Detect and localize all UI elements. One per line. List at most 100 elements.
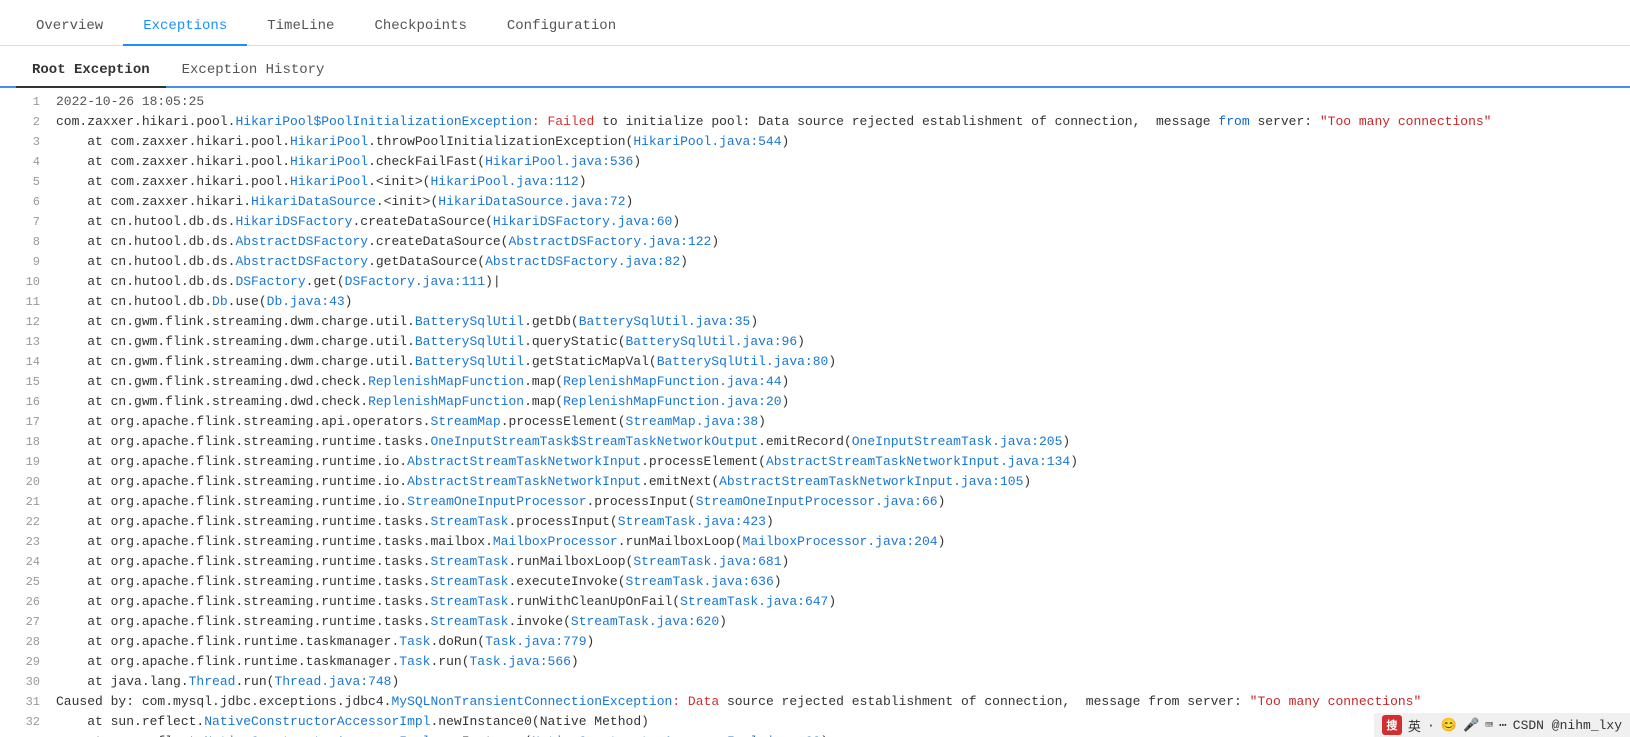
code-area[interactable]: 1 2022-10-26 18:05:25 2 com.zaxxer.hikar…	[0, 88, 1630, 737]
ime-icon-1[interactable]: 😊	[1441, 718, 1457, 733]
table-row: 18 at org.apache.flink.streaming.runtime…	[0, 432, 1630, 452]
table-row: 28 at org.apache.flink.runtime.taskmanag…	[0, 632, 1630, 652]
tab-timeline[interactable]: TimeLine	[247, 8, 354, 46]
line-number: 32	[8, 712, 40, 732]
line-number: 30	[8, 672, 40, 692]
table-row: 21 at org.apache.flink.streaming.runtime…	[0, 492, 1630, 512]
line-content: at com.zaxxer.hikari.pool.HikariPool.thr…	[56, 132, 789, 152]
table-row: 15 at cn.gwm.flink.streaming.dwd.check.R…	[0, 372, 1630, 392]
line-content: 2022-10-26 18:05:25	[56, 92, 204, 112]
table-row: 19 at org.apache.flink.streaming.runtime…	[0, 452, 1630, 472]
table-row: 22 at org.apache.flink.streaming.runtime…	[0, 512, 1630, 532]
line-content: at org.apache.flink.streaming.runtime.ta…	[56, 552, 789, 572]
tab-exceptions[interactable]: Exceptions	[123, 8, 247, 46]
table-row: 11 at cn.hutool.db.Db.use(Db.java:43)	[0, 292, 1630, 312]
line-content: at org.apache.flink.streaming.api.operat…	[56, 412, 766, 432]
line-content: at org.apache.flink.runtime.taskmanager.…	[56, 632, 594, 652]
line-number: 29	[8, 652, 40, 672]
tab-checkpoints[interactable]: Checkpoints	[354, 8, 486, 46]
top-nav: Overview Exceptions TimeLine Checkpoints…	[0, 0, 1630, 46]
table-row: 14 at cn.gwm.flink.streaming.dwm.charge.…	[0, 352, 1630, 372]
line-number: 21	[8, 492, 40, 512]
line-content: at cn.hutool.db.ds.HikariDSFactory.creat…	[56, 212, 680, 232]
table-row: 27 at org.apache.flink.streaming.runtime…	[0, 612, 1630, 632]
line-content: at cn.hutool.db.Db.use(Db.java:43)	[56, 292, 352, 312]
ime-icon-4[interactable]: ⋯	[1499, 718, 1507, 733]
table-row: 26 at org.apache.flink.streaming.runtime…	[0, 592, 1630, 612]
line-content: at org.apache.flink.streaming.runtime.ta…	[56, 532, 945, 552]
table-row: 8 at cn.hutool.db.ds.AbstractDSFactory.c…	[0, 232, 1630, 252]
table-row: 10 at cn.hutool.db.ds.DSFactory.get(DSFa…	[0, 272, 1630, 292]
line-content: at cn.gwm.flink.streaming.dwm.charge.uti…	[56, 312, 758, 332]
table-row: 9 at cn.hutool.db.ds.AbstractDSFactory.g…	[0, 252, 1630, 272]
table-row: 24 at org.apache.flink.streaming.runtime…	[0, 552, 1630, 572]
line-number: 23	[8, 532, 40, 552]
line-content: at java.lang.Thread.run(Thread.java:748)	[56, 672, 399, 692]
table-row: 25 at org.apache.flink.streaming.runtime…	[0, 572, 1630, 592]
line-number: 33	[8, 732, 40, 737]
line-content: at org.apache.flink.streaming.runtime.ta…	[56, 512, 774, 532]
table-row: 7 at cn.hutool.db.ds.HikariDSFactory.cre…	[0, 212, 1630, 232]
line-number: 12	[8, 312, 40, 332]
line-number: 18	[8, 432, 40, 452]
line-number: 5	[8, 172, 40, 192]
sub-tabs: Root Exception Exception History	[0, 46, 1630, 88]
ime-user: CSDN @nihm_lxy	[1513, 718, 1622, 733]
line-number: 9	[8, 252, 40, 272]
table-row: 17 at org.apache.flink.streaming.api.ope…	[0, 412, 1630, 432]
line-number: 19	[8, 452, 40, 472]
line-number: 17	[8, 412, 40, 432]
line-number: 14	[8, 352, 40, 372]
sougou-logo: 搜	[1382, 715, 1402, 735]
ime-icon-2[interactable]: 🎤	[1463, 718, 1479, 733]
ime-icon-3[interactable]: ⌨	[1485, 718, 1493, 733]
ime-bar: 搜 英 · 😊 🎤 ⌨ ⋯ CSDN @nihm_lxy	[1374, 713, 1630, 737]
line-content: at org.apache.flink.runtime.taskmanager.…	[56, 652, 579, 672]
line-number: 3	[8, 132, 40, 152]
line-number: 31	[8, 692, 40, 712]
line-content: at cn.gwm.flink.streaming.dwm.charge.uti…	[56, 332, 805, 352]
line-content: at com.zaxxer.hikari.pool.HikariPool.che…	[56, 152, 641, 172]
line-content: Caused by: com.mysql.jdbc.exceptions.jdb…	[56, 692, 1421, 712]
line-number: 28	[8, 632, 40, 652]
table-row: 30 at java.lang.Thread.run(Thread.java:7…	[0, 672, 1630, 692]
tab-overview[interactable]: Overview	[16, 8, 123, 46]
line-content: com.zaxxer.hikari.pool.HikariPool$PoolIn…	[56, 112, 1492, 132]
ime-lang[interactable]: 英	[1408, 716, 1421, 735]
line-number: 7	[8, 212, 40, 232]
line-content: at org.apache.flink.streaming.runtime.ta…	[56, 612, 727, 632]
line-number: 2	[8, 112, 40, 132]
line-number: 20	[8, 472, 40, 492]
subtab-root-exception[interactable]: Root Exception	[16, 54, 166, 88]
line-content: at org.apache.flink.streaming.runtime.io…	[56, 492, 945, 512]
line-content: at cn.gwm.flink.streaming.dwd.check.Repl…	[56, 372, 789, 392]
line-number: 1	[8, 92, 40, 112]
line-content: at com.zaxxer.hikari.pool.HikariPool.<in…	[56, 172, 587, 192]
line-number: 10	[8, 272, 40, 292]
tab-configuration[interactable]: Configuration	[487, 8, 636, 46]
line-number: 25	[8, 572, 40, 592]
line-number: 8	[8, 232, 40, 252]
line-number: 6	[8, 192, 40, 212]
table-row: 12 at cn.gwm.flink.streaming.dwm.charge.…	[0, 312, 1630, 332]
table-row: 4 at com.zaxxer.hikari.pool.HikariPool.c…	[0, 152, 1630, 172]
line-content: at org.apache.flink.streaming.runtime.ta…	[56, 432, 1070, 452]
line-content: at cn.hutool.db.ds.DSFactory.get(DSFacto…	[56, 272, 501, 292]
line-content: at cn.hutool.db.ds.AbstractDSFactory.get…	[56, 252, 688, 272]
table-row: 31 Caused by: com.mysql.jdbc.exceptions.…	[0, 692, 1630, 712]
line-content: at org.apache.flink.streaming.runtime.io…	[56, 452, 1078, 472]
table-row: 23 at org.apache.flink.streaming.runtime…	[0, 532, 1630, 552]
table-row: 3 at com.zaxxer.hikari.pool.HikariPool.t…	[0, 132, 1630, 152]
line-number: 27	[8, 612, 40, 632]
line-number: 16	[8, 392, 40, 412]
table-row: 29 at org.apache.flink.runtime.taskmanag…	[0, 652, 1630, 672]
table-row: 16 at cn.gwm.flink.streaming.dwd.check.R…	[0, 392, 1630, 412]
line-content: at cn.gwm.flink.streaming.dwd.check.Repl…	[56, 392, 789, 412]
table-row: 1 2022-10-26 18:05:25	[0, 92, 1630, 112]
line-content: at cn.hutool.db.ds.AbstractDSFactory.cre…	[56, 232, 719, 252]
line-content: at com.zaxxer.hikari.HikariDataSource.<i…	[56, 192, 633, 212]
subtab-exception-history[interactable]: Exception History	[166, 54, 341, 88]
table-row: 5 at com.zaxxer.hikari.pool.HikariPool.<…	[0, 172, 1630, 192]
line-number: 15	[8, 372, 40, 392]
table-row: 6 at com.zaxxer.hikari.HikariDataSource.…	[0, 192, 1630, 212]
